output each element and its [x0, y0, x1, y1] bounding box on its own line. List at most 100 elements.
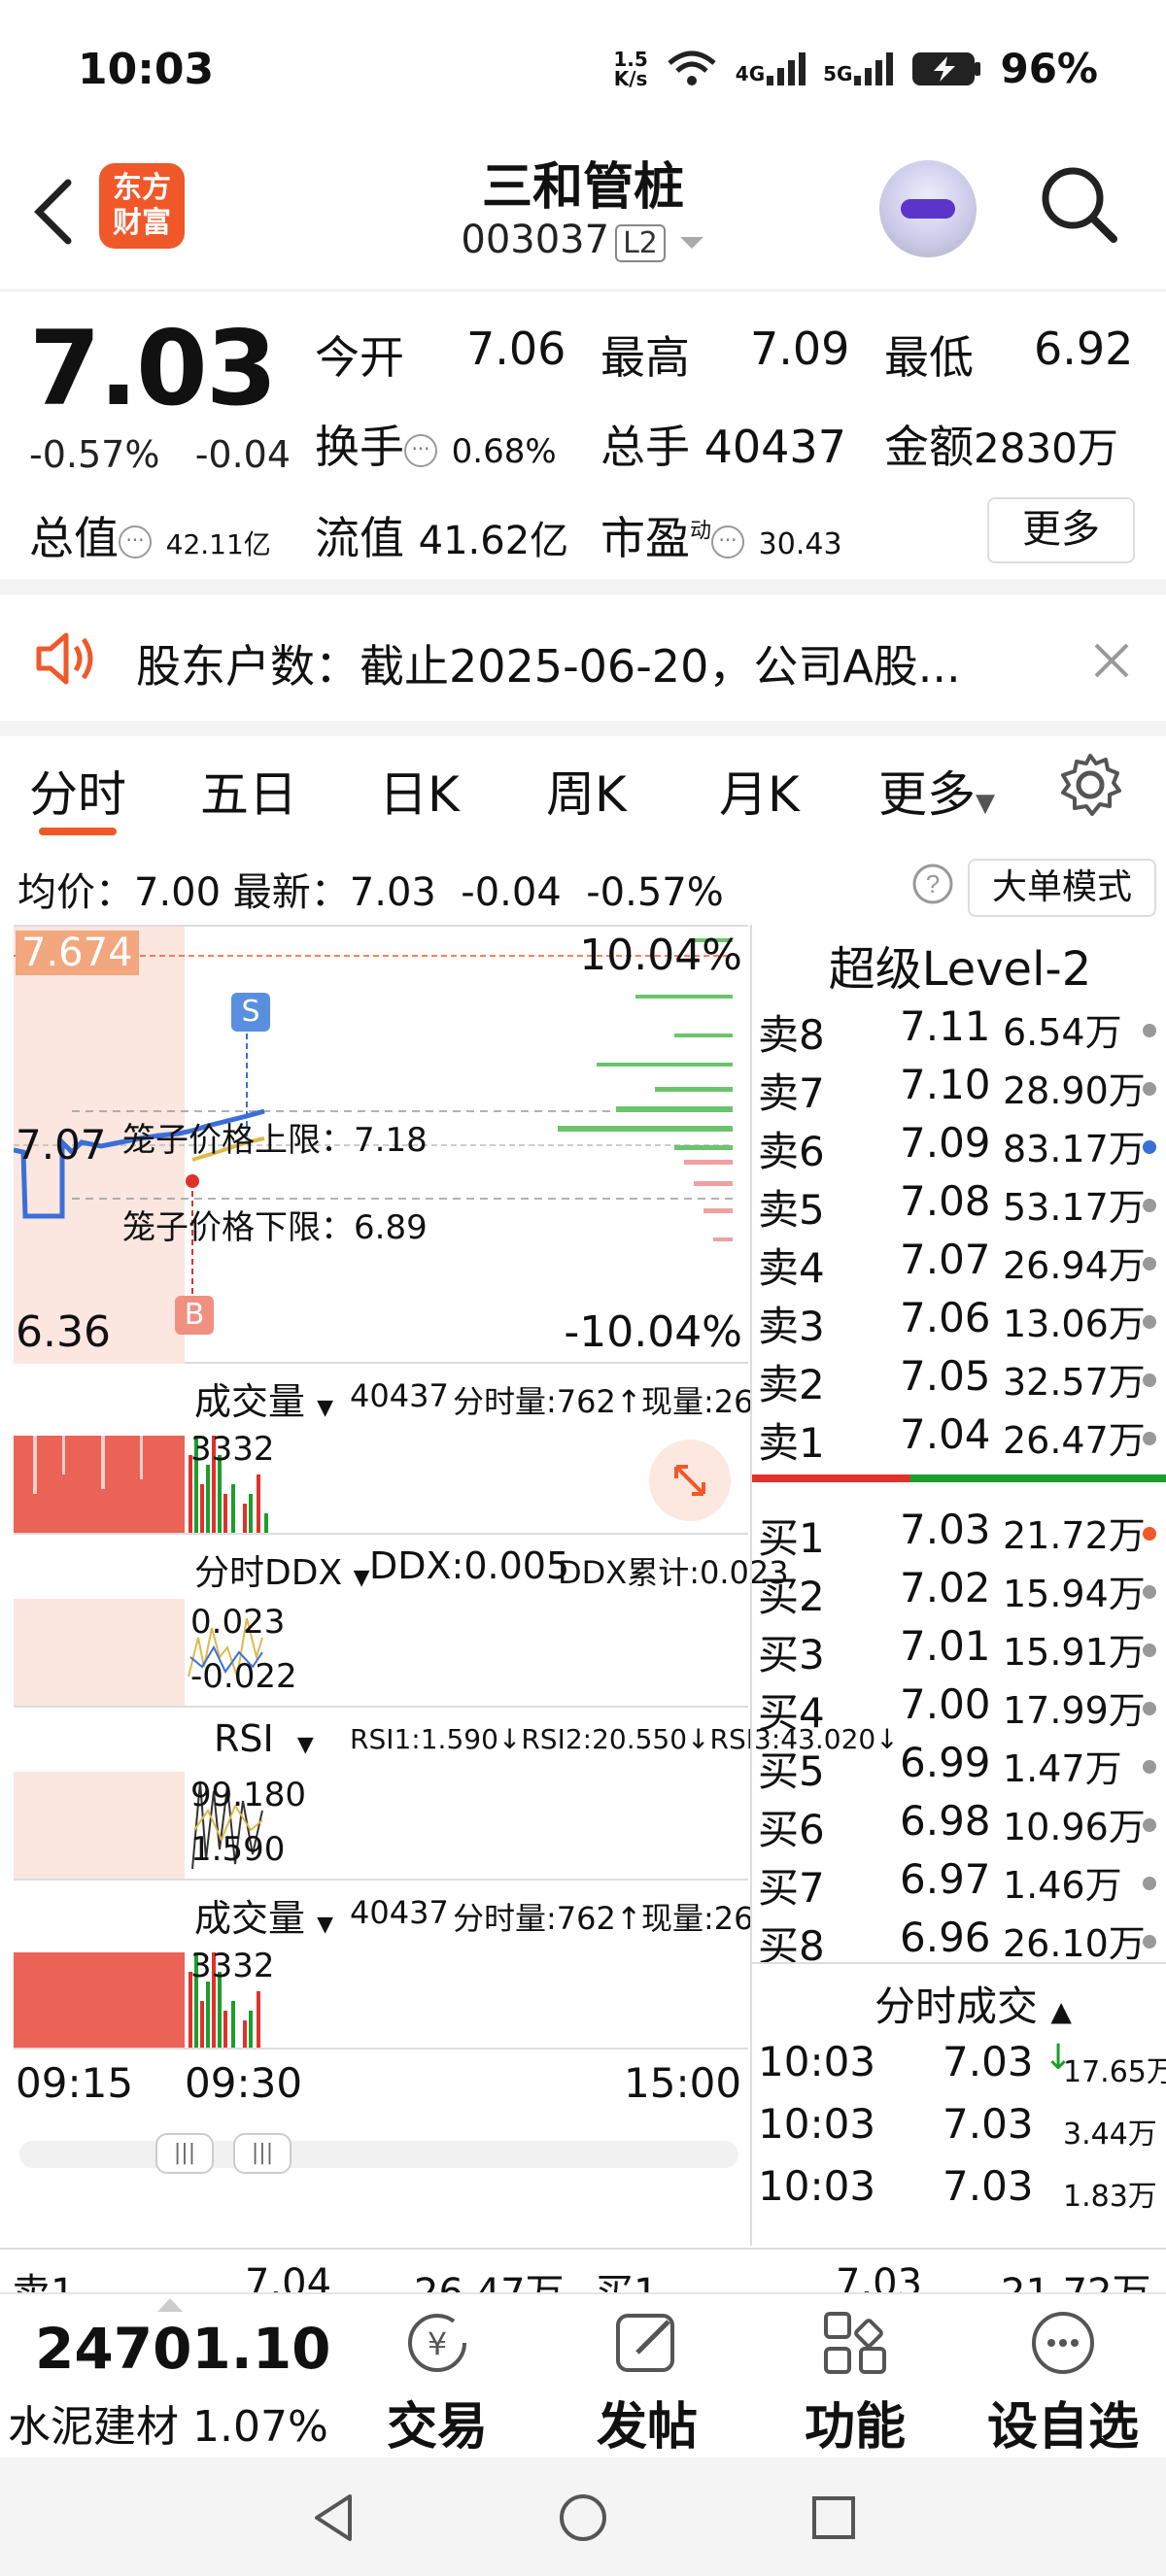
back-button[interactable] [29, 173, 87, 251]
ask-volume: 53.17万 [1003, 1186, 1146, 1229]
ask-row[interactable]: 卖1 7.04 26.47万 [758, 1410, 1166, 1469]
divider [0, 579, 1166, 594]
scroll-handle-right[interactable]: ||| [233, 2133, 292, 2174]
bid-volume: 10.96万 [1003, 1806, 1146, 1848]
volume-tick: 分时量:762↑ [453, 1383, 642, 1420]
bid-row[interactable]: 买5 6.99 1.47万 [758, 1739, 1166, 1797]
bid-volume: 15.91万 [1003, 1631, 1146, 1674]
ddx-selector[interactable]: 分时DDX ▼ [194, 1544, 369, 1595]
intraday-chart[interactable]: 7.674 10.04% 7.07 笼子价格上限：7.18 笼子价格下限：6.8… [14, 925, 899, 2246]
tab-weekly-k[interactable]: 周K [546, 756, 627, 826]
bid-row[interactable]: 买2 7.02 15.94万 [758, 1564, 1166, 1622]
chart-tabs: 分时 五日 日K 周K 月K 更多▼ [0, 738, 1166, 835]
gear-icon[interactable] [1055, 750, 1125, 820]
ddx-low: -0.022 [190, 1657, 297, 1696]
bid-label: 买4 [758, 1689, 825, 1737]
trade-button[interactable]: ¥ 交易 [369, 2304, 505, 2457]
bid-row[interactable]: 买3 7.01 15.91万 [758, 1622, 1166, 1680]
quote-mcap[interactable]: 总值 ··· 42.11亿 [29, 503, 271, 567]
ask-row[interactable]: 卖2 7.05 32.57万 [758, 1352, 1166, 1410]
post-button[interactable]: 发帖 [579, 2304, 715, 2457]
yuan-exchange-icon: ¥ [408, 2314, 466, 2372]
volume-selector-2[interactable]: 成交量 ▼ [194, 1888, 333, 1942]
battery-icon [912, 51, 981, 85]
quote-low: 最低 [884, 331, 974, 384]
big-order-mode-button[interactable]: 大单模式 [968, 859, 1156, 917]
order-book-title[interactable]: 超级Level-2 [752, 931, 1166, 999]
ask-dot [1143, 1140, 1156, 1154]
tab-intraday[interactable]: 分时 [29, 756, 126, 835]
stock-code-selector[interactable]: 003037 L2 [428, 218, 738, 262]
trades-header[interactable]: 分时成交 ▲ [752, 1962, 1166, 2030]
assistant-avatar[interactable] [879, 160, 977, 257]
ask-label: 卖2 [758, 1361, 825, 1408]
tab-5day[interactable]: 五日 [200, 756, 297, 826]
search-icon[interactable] [1038, 163, 1119, 245]
nav-back-icon[interactable] [307, 2491, 361, 2545]
nav-recents-icon[interactable] [806, 2491, 861, 2545]
volume-selector[interactable]: 成交量 ▼ [194, 1372, 333, 1425]
expand-button[interactable] [649, 1440, 731, 1521]
trades-title: 分时成交 ▲ [874, 1983, 1072, 2030]
ask-price: 7.06 [900, 1294, 991, 1341]
bid-row[interactable]: 买1 7.03 21.72万 [758, 1506, 1166, 1564]
trade-volume: 17.65万 [1063, 2055, 1166, 2089]
trade-price: 7.03 [943, 2162, 1034, 2210]
buy-marker[interactable]: B [175, 1296, 214, 1335]
price-panel[interactable]: 7.674 10.04% 7.07 笼子价格上限：7.18 笼子价格下限：6.8… [14, 925, 748, 1364]
ask-row[interactable]: 卖4 7.07 26.94万 [758, 1236, 1166, 1294]
tab-monthly-k[interactable]: 月K [719, 756, 800, 826]
bid-label: 买2 [758, 1573, 825, 1620]
more-quote-button[interactable]: 更多 [987, 497, 1135, 563]
function-button[interactable]: 功能 [787, 2304, 923, 2457]
app-logo[interactable]: 东方 财富 [99, 163, 185, 249]
help-icon[interactable]: ? [911, 863, 954, 905]
add-watchlist-button[interactable]: 设自选 [976, 2304, 1150, 2457]
quote-low-value: 6.92 [1034, 322, 1134, 375]
top-price-label: 7.674 [16, 931, 139, 975]
sector-index[interactable]: 24701.10 水泥建材 1.07% [0, 2294, 340, 2459]
ask-dot [1143, 1373, 1156, 1387]
ask-label: 卖4 [758, 1244, 825, 1292]
nav-home-icon[interactable] [556, 2491, 610, 2545]
signal-5g-icon: 5G [823, 51, 894, 85]
bid-volume: 15.94万 [1003, 1573, 1146, 1615]
bid-dot [1143, 1527, 1156, 1541]
bid-row[interactable]: 买4 7.00 17.99万 [758, 1680, 1166, 1739]
close-icon[interactable] [1092, 641, 1131, 680]
ask-volume: 28.90万 [1003, 1069, 1146, 1112]
ask-row[interactable]: 卖3 7.06 13.06万 [758, 1294, 1166, 1352]
ask-row[interactable]: 卖8 7.11 6.54万 [758, 1002, 1166, 1061]
bid-volume: 21.72万 [1003, 1514, 1146, 1557]
svg-text:?: ? [926, 869, 940, 898]
tab-more[interactable]: 更多▼ [878, 756, 995, 826]
time-label-close: 15:00 [624, 2059, 742, 2107]
quote-turnover[interactable]: 换手 ··· 0.68% [315, 412, 557, 476]
ask-label: 卖1 [758, 1419, 825, 1467]
ask-row[interactable]: 卖5 7.08 53.17万 [758, 1177, 1166, 1236]
tab-daily-k[interactable]: 日K [379, 756, 460, 826]
scroll-handle-left[interactable]: ||| [155, 2133, 214, 2174]
caret-down-icon: ▼ [317, 1913, 334, 1937]
quote-pe[interactable]: 市盈动 ··· 30.43 [600, 503, 842, 567]
volume-tick-2: 分时量:762↑ [453, 1900, 642, 1937]
notice-bar[interactable]: 股东户数：截止2025-06-20，公司A股... [0, 594, 1166, 721]
ask-row[interactable]: 卖7 7.10 28.90万 [758, 1061, 1166, 1119]
ask-row[interactable]: 卖6 7.09 83.17万 [758, 1119, 1166, 1177]
ask-price: 7.09 [900, 1119, 991, 1167]
ask-dot [1143, 1257, 1156, 1271]
bid-volume: 1.46万 [1003, 1864, 1122, 1907]
volume-peak-label: 3332 [190, 1430, 275, 1469]
bid-row[interactable]: 买6 6.98 10.96万 [758, 1797, 1166, 1855]
bid-dot [1143, 1644, 1156, 1657]
sell-marker[interactable]: S [231, 993, 270, 1032]
rsi-selector[interactable]: RSI ▼ [214, 1717, 314, 1760]
rsi-indicator-header: RSI ▼ RSI1:1.590↓RSI2:20.550↓RSI3:43.020… [14, 1710, 899, 1772]
bid-row[interactable]: 买7 6.97 1.46万 [758, 1855, 1166, 1914]
volume-now-2: 现量:26 [641, 1900, 754, 1937]
upper-limit-label: 笼子价格上限：7.18 [122, 1121, 428, 1160]
status-icons: 1.5 K/s 4G 5G 96% [613, 45, 1098, 92]
expand-icon [674, 1465, 705, 1496]
bid-label: 买3 [758, 1631, 825, 1678]
time-scrollbar[interactable] [19, 2141, 738, 2168]
